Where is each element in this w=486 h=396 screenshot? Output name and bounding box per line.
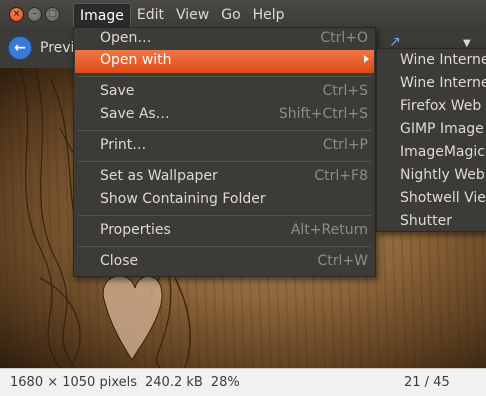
submenu-item-app[interactable]: Shutter [400,213,452,229]
close-icon: × [12,9,21,19]
menu-image[interactable]: Image [73,3,131,27]
menu-bar: Image Edit View Go Help [73,3,291,27]
previous-button[interactable]: ← Previ [8,36,74,60]
menu-item-shortcut: Shift+Ctrl+S [278,106,368,122]
status-info: 1680 × 1050 pixels 240.2 kB 28% [10,375,248,390]
menu-edit[interactable]: Edit [131,3,170,27]
menu-item-close[interactable]: Close Ctrl+W [75,251,374,274]
submenu-item-app[interactable]: ImageMagick [400,144,486,160]
menu-item-set-wallpaper[interactable]: Set as Wallpaper Ctrl+F8 [75,166,374,189]
menu-item-label: Print… [100,137,147,153]
menu-item-shortcut: Ctrl+O [320,30,368,46]
menu-help[interactable]: Help [247,3,291,27]
submenu-arrow-icon [364,55,369,63]
menu-item-label: Properties [100,222,171,238]
menu-separator [78,161,371,162]
menu-item-label: Save [100,83,135,99]
menu-item-label: Open… [100,30,152,46]
zoom-level: 28% [210,375,240,390]
image-position: 21 / 45 [404,375,450,390]
menu-item-shortcut: Ctrl+S [322,83,368,99]
file-size: 240.2 kB [145,375,203,390]
image-dimensions: 1680 × 1050 pixels [10,375,137,390]
submenu-item-app[interactable]: Wine Interne [400,52,486,68]
menu-item-label: Open with [100,52,172,68]
maximize-icon: □ [48,9,57,19]
menu-item-shortcut: Ctrl+P [322,137,368,153]
open-with-submenu: Wine Interne Wine Interne Firefox Web B … [376,48,486,232]
minimize-icon: – [32,9,37,19]
submenu-item-app[interactable]: Shotwell View [400,190,486,206]
submenu-item-app[interactable]: Firefox Web B [400,98,486,114]
title-bar: × – □ Image Edit View Go Help [0,0,486,30]
menu-item-label: Close [100,253,139,269]
minimize-window-button[interactable]: – [27,7,42,22]
image-menu: Open… Ctrl+O Open with Save Ctrl+S Save … [73,27,376,277]
menu-item-open-with[interactable]: Open with [75,50,374,73]
menu-item-shortcut: Ctrl+F8 [314,168,368,184]
menu-separator [78,215,371,216]
menu-view[interactable]: View [170,3,215,27]
menu-item-label: Set as Wallpaper [100,168,218,184]
menu-go[interactable]: Go [215,3,246,27]
submenu-item-app[interactable]: GIMP Image E [400,121,486,137]
status-bar: 1680 × 1050 pixels 240.2 kB 28% 21 / 45 [0,368,486,396]
menu-item-shortcut: Ctrl+W [317,253,368,269]
menu-item-properties[interactable]: Properties Alt+Return [75,220,374,243]
menu-item-print[interactable]: Print… Ctrl+P [75,135,374,158]
menu-item-save[interactable]: Save Ctrl+S [75,81,374,104]
menu-item-save-as[interactable]: Save As… Shift+Ctrl+S [75,104,374,127]
menu-item-open[interactable]: Open… Ctrl+O [75,28,374,51]
menu-item-label: Show Containing Folder [100,191,266,207]
menu-item-label: Save As… [100,106,170,122]
menu-item-shortcut: Alt+Return [290,222,368,238]
menu-separator [78,130,371,131]
submenu-item-app[interactable]: Nightly Web [400,167,485,183]
menu-separator [78,76,371,77]
close-window-button[interactable]: × [9,7,24,22]
menu-separator [78,246,371,247]
previous-label: Previ [40,40,75,56]
submenu-item-app[interactable]: Wine Interne [400,75,486,91]
menu-item-show-folder[interactable]: Show Containing Folder [75,189,374,212]
maximize-window-button[interactable]: □ [45,7,60,22]
back-arrow-icon: ← [8,36,32,60]
